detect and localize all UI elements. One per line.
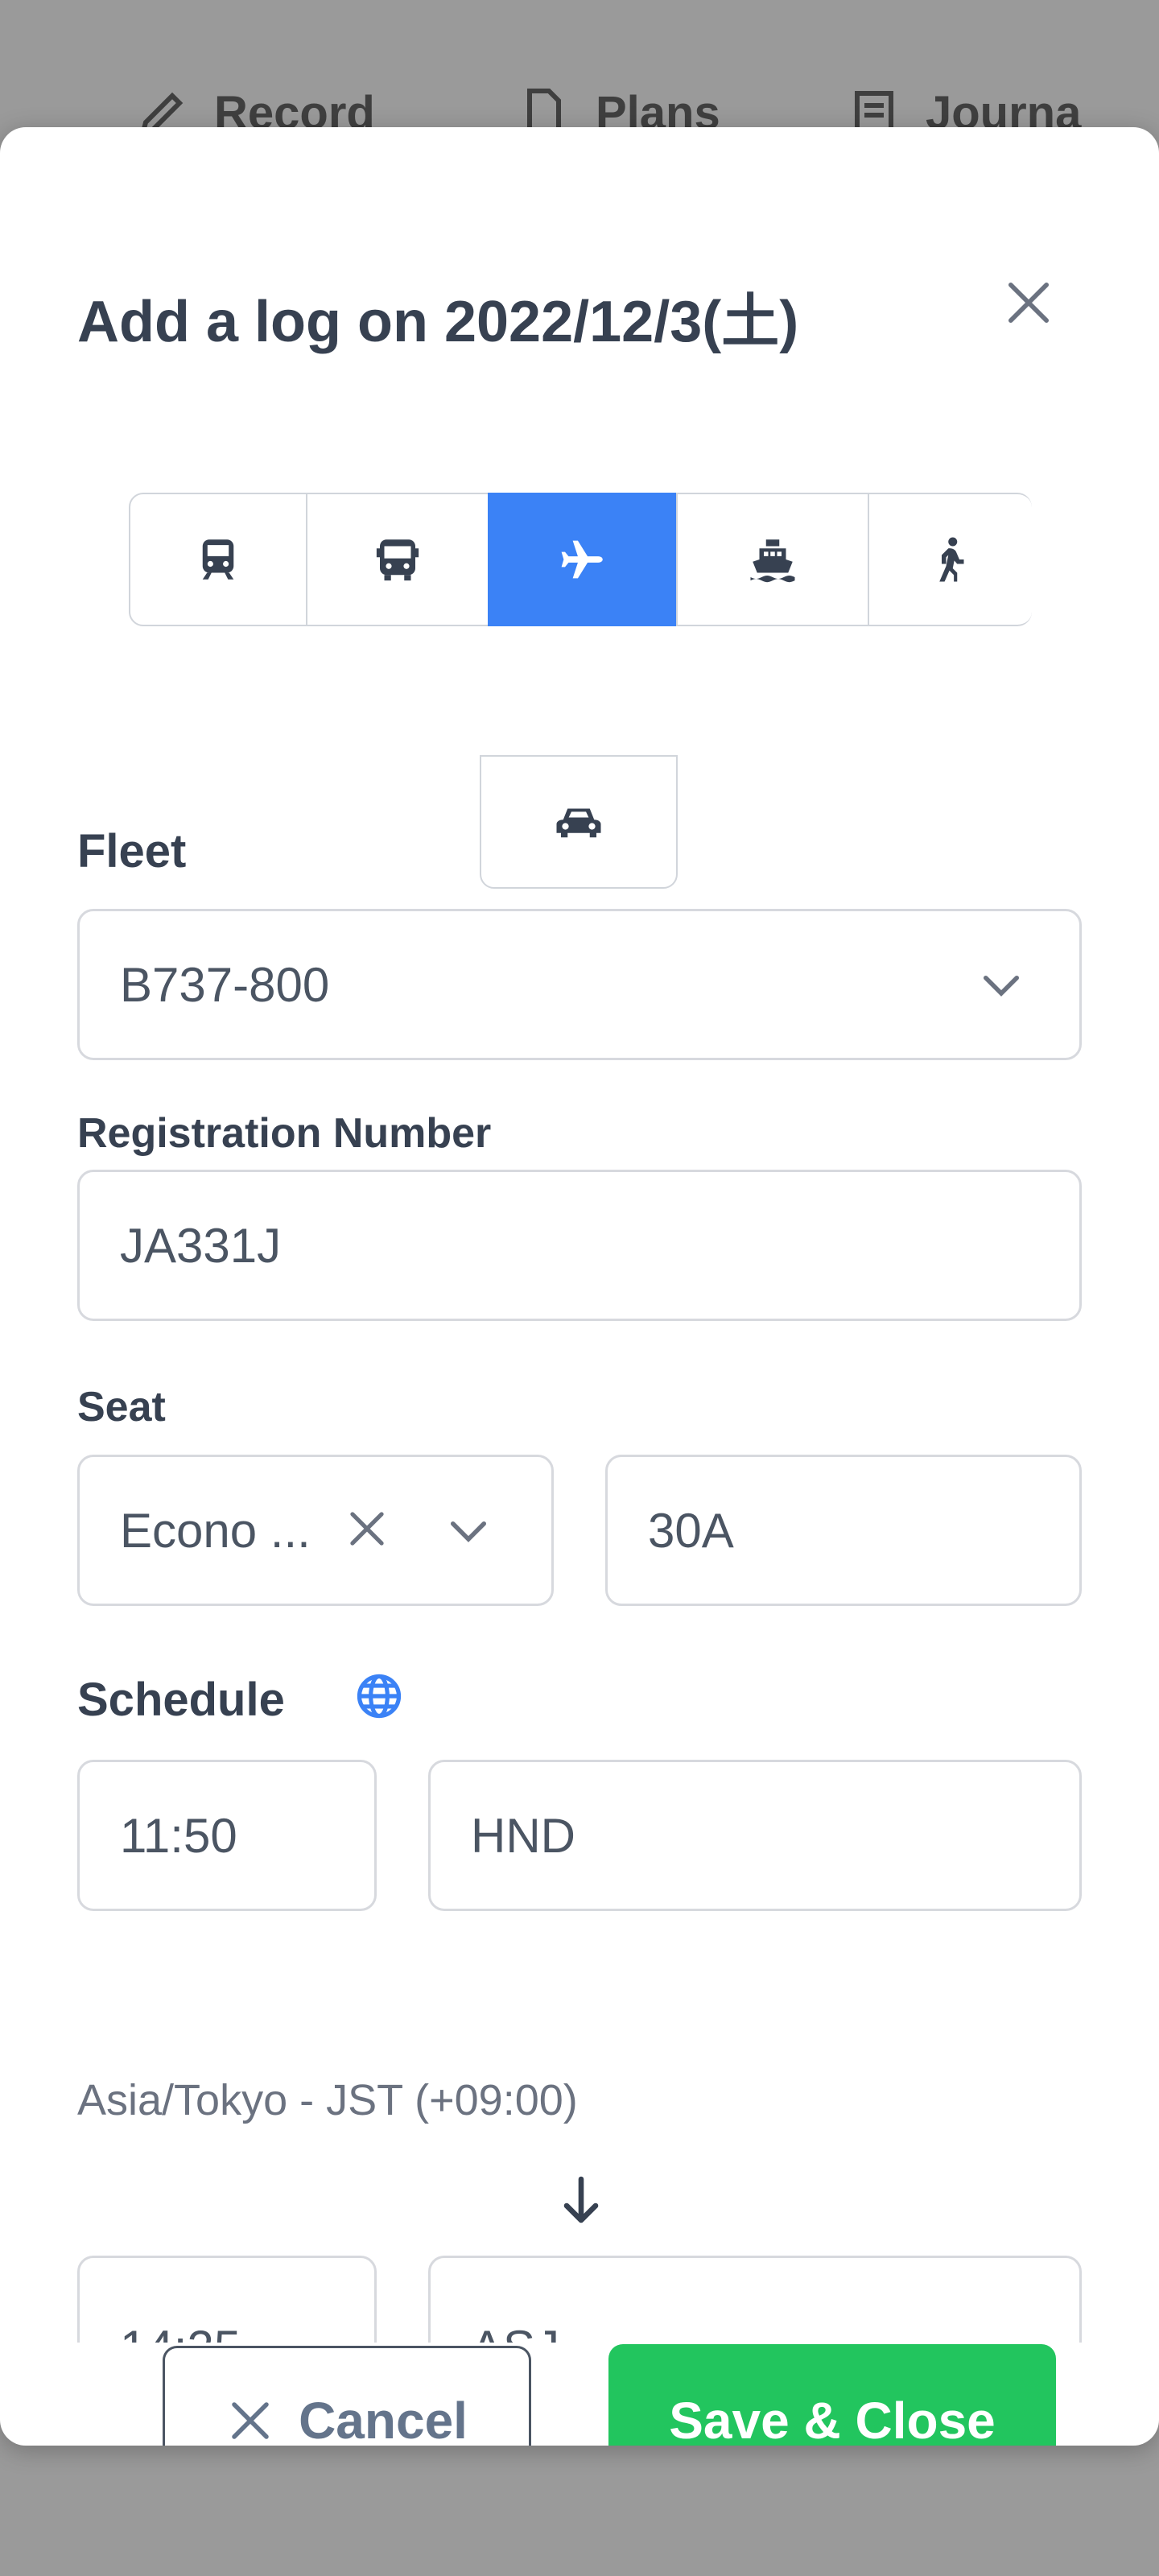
seat-number-input[interactable]: 30A [605,1455,1082,1606]
cancel-button[interactable]: Cancel [163,2346,531,2446]
clear-icon[interactable] [342,1504,392,1554]
departure-time-input[interactable]: 11:50 [77,1760,377,1911]
arrival-time-value: 14:25 [120,2320,241,2343]
ship-icon [750,539,795,583]
arrival-time-input[interactable]: 14:25 [77,2256,377,2343]
mode-bus-button[interactable] [306,493,489,626]
departure-airport-input[interactable]: HND [428,1760,1082,1911]
save-label: Save & Close [669,2392,996,2446]
registration-input[interactable]: JA331J [77,1170,1082,1321]
close-button[interactable] [998,272,1059,333]
mode-car-button[interactable] [480,755,678,889]
close-icon [232,2402,269,2439]
arrival-airport-value: ASJ [471,2320,559,2343]
seat-class-value: Econo ... [120,1503,311,1558]
plane-icon [561,540,603,579]
departure-time-value: 11:50 [120,1808,237,1863]
mode-walk-button[interactable] [868,493,1032,626]
car-icon [556,808,601,838]
departure-airport-value: HND [471,1808,575,1863]
registration-label: Registration Number [77,1110,492,1157]
fleet-label: Fleet [77,825,187,877]
cancel-label: Cancel [299,2392,468,2446]
globe-icon[interactable] [354,1671,404,1721]
walking-icon [939,537,964,582]
mode-ship-button[interactable] [676,493,869,626]
arrival-airport-input[interactable]: ASJ [428,2256,1082,2343]
seat-class-select[interactable]: Econo ... [77,1455,554,1606]
background-nav: Record Plans Journa [0,0,1159,139]
fleet-value: B737-800 [120,957,330,1012]
seat-number-value: 30A [648,1503,734,1558]
chevron-down-icon [451,1521,486,1542]
fleet-select[interactable]: B737-800 [77,909,1082,1060]
mode-train-button[interactable] [129,493,307,626]
train-icon [202,539,234,580]
timezone-hint: Asia/Tokyo - JST (+09:00) [77,2076,578,2124]
add-log-modal: Add a log on 2022/12/3(土) Fleet B737-800… [0,127,1159,2446]
registration-value: JA331J [120,1218,282,1273]
mode-plane-button[interactable] [488,493,678,626]
arrival-row-clip: 14:25 ASJ [0,2220,1159,2343]
close-icon [1008,282,1050,324]
seat-label: Seat [77,1384,166,1430]
chevron-down-icon [984,976,1019,997]
save-close-button[interactable]: Save & Close [608,2344,1056,2446]
modal-title: Add a log on 2022/12/3(土) [77,290,799,354]
bus-icon [376,539,419,581]
schedule-label: Schedule [77,1674,285,1726]
